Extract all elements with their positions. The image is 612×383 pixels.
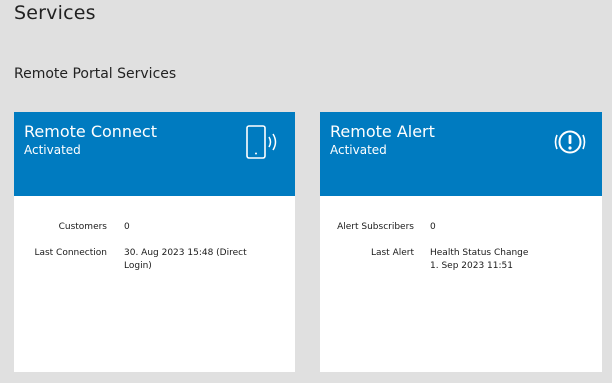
card-name: Remote Connect [24, 122, 157, 141]
row-label: Last Connection [34, 248, 107, 258]
mobile-wireless-icon [246, 125, 277, 159]
row-value: 30. Aug 2023 15:48 (Direct Login) [124, 248, 247, 271]
row-label: Last Alert [370, 248, 414, 258]
remote-alert-card[interactable]: Remote Alert Activated Alert Subscribers… [320, 112, 602, 372]
card-name: Remote Alert [330, 122, 435, 141]
row-value: 0 [124, 222, 130, 232]
card-status: Activated [330, 143, 387, 157]
row-value: Health Status Change 1. Sep 2023 11:51 [430, 248, 529, 271]
row-label: Alert Subscribers [337, 222, 414, 232]
page-title: Services [14, 2, 96, 24]
card-header: Remote Connect Activated [14, 112, 295, 196]
section-title: Remote Portal Services [14, 66, 177, 82]
card-status: Activated [24, 143, 81, 157]
remote-connect-card[interactable]: Remote Connect Activated Customers 0 Las… [14, 112, 295, 372]
row-value: 0 [430, 222, 436, 232]
row-label: Customers [58, 222, 107, 232]
card-header: Remote Alert Activated [320, 112, 602, 196]
alert-signal-icon [554, 130, 586, 154]
